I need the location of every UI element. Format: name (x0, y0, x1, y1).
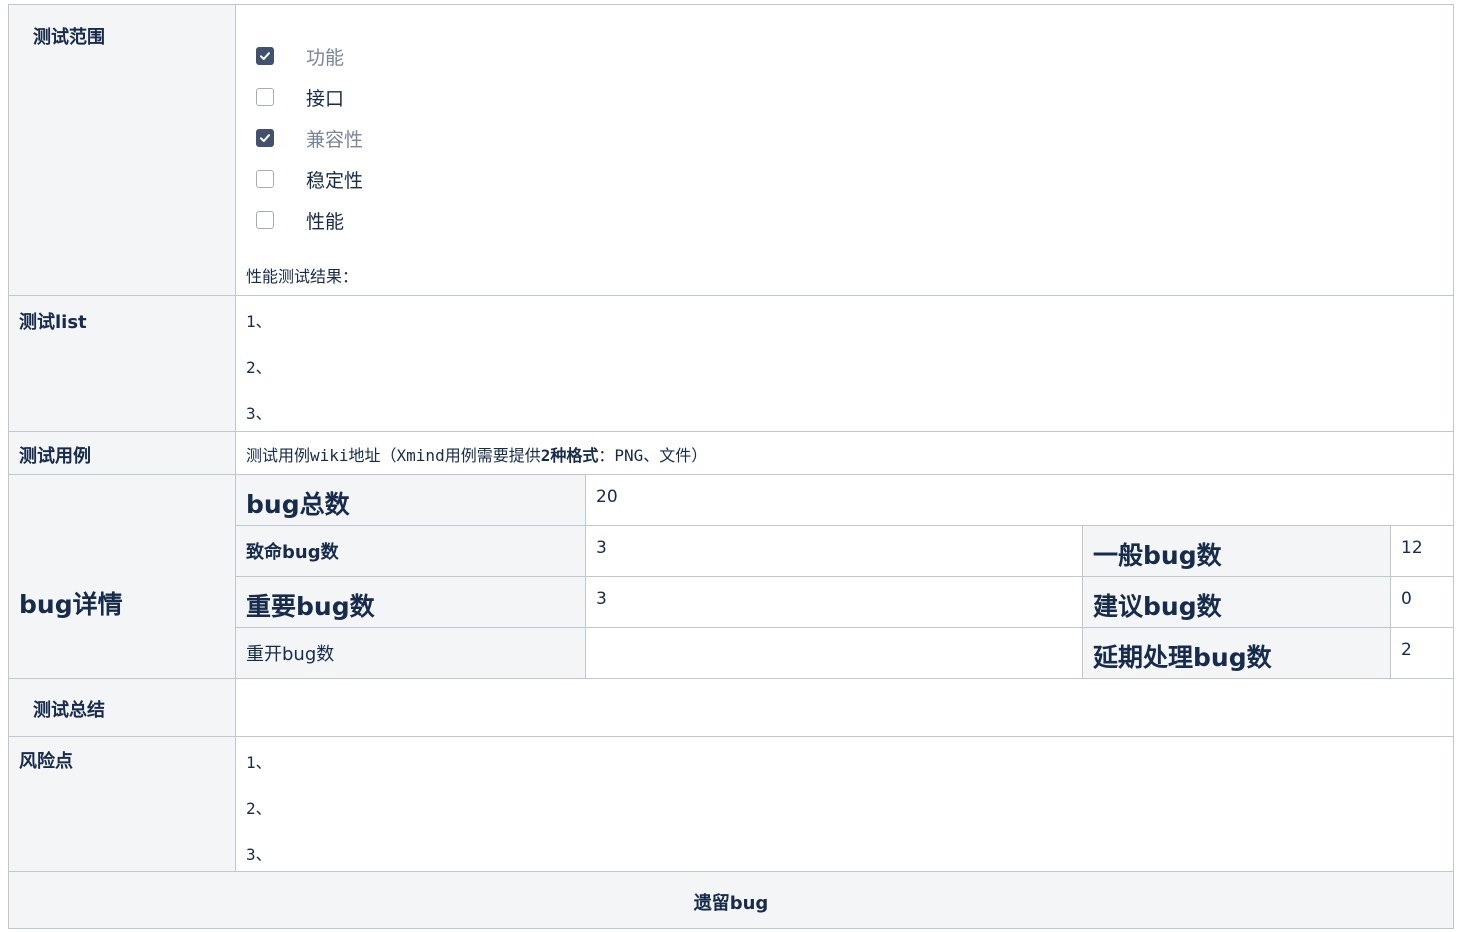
test-list-item: 3、 (246, 404, 272, 423)
summary-label: 测试总结 (33, 700, 105, 721)
risk-item: 2、 (246, 799, 272, 818)
bug-total-label: bug总数 (246, 490, 350, 519)
test-list-item: 2、 (246, 358, 272, 377)
scope-option[interactable]: 性能 (256, 205, 344, 235)
bug-deferred-label-cell: 延期处理bug数 (1082, 627, 1391, 679)
bug-reopen-value-cell[interactable] (585, 627, 1083, 679)
test-list-item: 1、 (246, 312, 272, 331)
bug-major-value: 3 (596, 589, 607, 609)
bug-total-value-cell: 20 (585, 474, 1454, 526)
bug-detail-header-cell: bug详情 (8, 474, 236, 679)
checkbox-checked-icon[interactable] (256, 47, 274, 65)
scope-option-label: 性能 (306, 210, 345, 233)
test-case-header-cell: 测试用例 (8, 431, 236, 475)
bug-suggest-label: 建议bug数 (1093, 592, 1222, 621)
bug-total-label-cell: bug总数 (235, 474, 586, 526)
bug-suggest-label-cell: 建议bug数 (1082, 576, 1391, 628)
bug-major-value-cell: 3 (585, 576, 1083, 628)
bug-detail-label: bug详情 (19, 590, 123, 619)
checkbox-unchecked-icon[interactable] (256, 170, 274, 188)
bug-normal-value-cell: 12 (1390, 525, 1454, 577)
scope-option-label: 兼容性 (306, 128, 364, 151)
bug-total-value: 20 (596, 487, 618, 507)
bug-reopen-label-cell: 重开bug数 (235, 627, 586, 679)
checkbox-checked-icon[interactable] (256, 129, 274, 147)
risk-content-cell: 1、 2、 3、 (235, 736, 1454, 872)
scope-header-cell: 测试范围 (8, 4, 236, 296)
scope-option[interactable]: 兼容性 (256, 123, 363, 153)
bug-normal-value: 12 (1401, 538, 1423, 558)
scope-option[interactable]: 接口 (256, 82, 344, 112)
bug-deferred-value: 2 (1401, 640, 1412, 660)
test-case-content-cell: 测试用例wiki地址（Xmind用例需要提供2种格式：PNG、文件） (235, 431, 1454, 475)
scope-option-label: 稳定性 (306, 169, 364, 192)
scope-option[interactable]: 稳定性 (256, 164, 363, 194)
bug-fatal-value-cell: 3 (585, 525, 1083, 577)
test-case-text-bold: 2种格式 (540, 446, 599, 465)
summary-header-cell: 测试总结 (8, 678, 236, 737)
bug-major-label-cell: 重要bug数 (235, 576, 586, 628)
risk-item: 1、 (246, 753, 272, 772)
remaining-bug-header-cell: 遗留bug (8, 871, 1454, 929)
bug-normal-label-cell: 一般bug数 (1082, 525, 1391, 577)
bug-reopen-label: 重开bug数 (246, 644, 335, 665)
risk-item: 3、 (246, 845, 272, 864)
bug-major-label: 重要bug数 (246, 592, 375, 621)
scope-option[interactable]: 功能 (256, 41, 344, 71)
test-case-label: 测试用例 (19, 446, 91, 467)
test-case-text-prefix: 测试用例wiki地址（Xmind用例需要提供 (246, 446, 541, 465)
bug-suggest-value: 0 (1401, 589, 1412, 609)
test-list-content-cell: 1、 2、 3、 (235, 295, 1454, 432)
test-case-text-suffix: ：PNG、文件） (598, 446, 708, 465)
remaining-bug-label: 遗留bug (693, 893, 769, 914)
bug-fatal-value: 3 (596, 538, 607, 558)
test-list-header-cell: 测试list (8, 295, 236, 432)
checkbox-unchecked-icon[interactable] (256, 88, 274, 106)
bug-normal-label: 一般bug数 (1093, 541, 1222, 570)
bug-suggest-value-cell: 0 (1390, 576, 1454, 628)
summary-content-cell[interactable] (235, 678, 1454, 737)
test-case-text: 测试用例wiki地址（Xmind用例需要提供2种格式：PNG、文件） (246, 442, 707, 466)
scope-label: 测试范围 (33, 27, 105, 48)
test-report-table: 测试范围 功能接口兼容性稳定性性能 性能测试结果： 测试list 1、 2、 3… (8, 0, 1454, 930)
bug-fatal-label: 致命bug数 (246, 542, 339, 563)
scope-content-cell: 功能接口兼容性稳定性性能 性能测试结果： (235, 4, 1454, 296)
scope-option-label: 接口 (306, 87, 345, 110)
checkbox-unchecked-icon[interactable] (256, 211, 274, 229)
risk-label: 风险点 (19, 751, 73, 772)
perf-result-text: 性能测试结果： (246, 267, 359, 286)
bug-deferred-value-cell: 2 (1390, 627, 1454, 679)
test-list-label: 测试list (19, 312, 87, 333)
scope-option-label: 功能 (306, 46, 345, 69)
risk-header-cell: 风险点 (8, 736, 236, 872)
bug-fatal-label-cell: 致命bug数 (235, 525, 586, 577)
bug-deferred-label: 延期处理bug数 (1093, 643, 1272, 672)
